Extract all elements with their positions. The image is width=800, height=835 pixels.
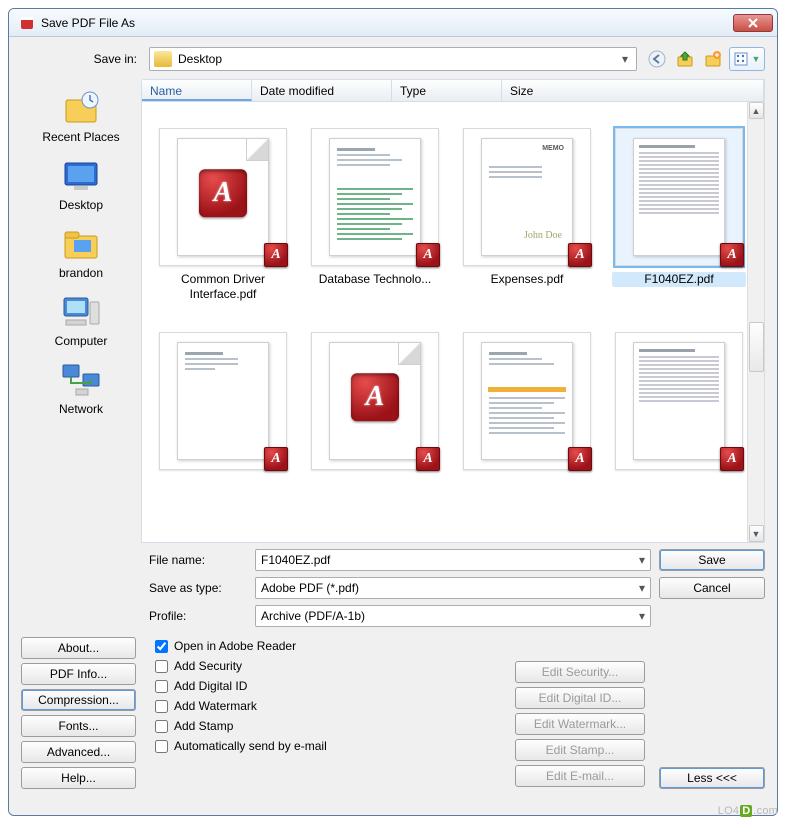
user-folder-icon [60,226,102,262]
edit-digital-id-button[interactable]: Edit Digital ID... [515,687,645,709]
column-date[interactable]: Date modified [252,80,392,101]
fonts-button[interactable]: Fonts... [21,715,136,737]
pdf-badge-icon: A [568,447,592,471]
close-icon [747,18,759,28]
computer-icon [60,294,102,330]
file-name: F1040EZ.pdf [612,272,746,287]
save-in-combo[interactable]: Desktop ▾ [149,47,637,71]
view-menu-button[interactable]: ▼ [729,47,765,71]
title-bar[interactable]: Save PDF File As [9,9,777,37]
up-one-level-button[interactable] [673,47,697,71]
file-name-label: File name: [149,553,249,567]
save-in-value: Desktop [178,52,222,66]
edit-watermark-button[interactable]: Edit Watermark... [515,713,645,735]
scroll-down-icon[interactable]: ▼ [749,525,764,542]
help-button[interactable]: Help... [21,767,136,789]
place-label: Desktop [59,198,103,212]
place-label: brandon [59,266,103,280]
pdf-icon: A [199,169,247,217]
add-watermark-checkbox[interactable]: Add Watermark [155,699,501,713]
place-recent[interactable]: Recent Places [26,87,136,147]
file-item[interactable]: A [156,332,290,476]
place-label: Recent Places [42,130,119,144]
window-title: Save PDF File As [41,16,733,30]
file-item[interactable]: A A Common Driver Interface.pdf [156,128,290,302]
file-item[interactable]: A Database Technolo... [308,128,442,302]
back-button[interactable] [645,47,669,71]
back-icon [648,50,666,68]
pdf-icon: A [351,373,399,421]
auto-email-checkbox[interactable]: Automatically send by e-mail [155,739,501,753]
add-digital-id-checkbox[interactable]: Add Digital ID [155,679,501,693]
column-size[interactable]: Size [502,80,764,101]
chevron-down-icon: ▾ [618,52,632,66]
file-item-selected[interactable]: A F1040EZ.pdf [612,128,746,302]
column-name[interactable]: Name [142,80,252,101]
chevron-down-icon: ▾ [639,581,645,595]
places-bar: Recent Places Desktop brandon Computer N… [21,79,141,543]
chevron-down-icon: ▾ [639,609,645,623]
view-menu-icon [734,52,752,66]
save-button[interactable]: Save [659,549,765,571]
recent-places-icon [60,90,102,126]
profile-label: Profile: [149,609,249,623]
desktop-icon [154,51,172,67]
less-button[interactable]: Less <<< [659,767,765,789]
file-item[interactable]: A [612,332,746,476]
pdf-badge-icon: A [720,243,744,267]
compression-button[interactable]: Compression... [21,689,136,711]
pdf-badge-icon: A [264,447,288,471]
file-item[interactable]: MEMOJohn DoeA Expenses.pdf [460,128,594,302]
file-name: Expenses.pdf [460,272,594,287]
column-headers: Name Date modified Type Size [142,80,764,102]
place-network[interactable]: Network [26,359,136,419]
place-desktop[interactable]: Desktop [26,155,136,215]
pdf-badge-icon: A [568,243,592,267]
place-label: Computer [55,334,108,348]
add-security-checkbox[interactable]: Add Security [155,659,501,673]
save-as-type-combo[interactable]: Adobe PDF (*.pdf)▾ [255,577,651,599]
file-name-input[interactable]: F1040EZ.pdf▾ [255,549,651,571]
open-in-reader-checkbox[interactable]: Open in Adobe Reader [155,639,501,653]
save-as-type-label: Save as type: [149,581,249,595]
pdf-badge-icon: A [416,243,440,267]
new-folder-button[interactable] [701,47,725,71]
place-label: Network [59,402,103,416]
save-in-label: Save in: [21,52,141,66]
scroll-up-icon[interactable]: ▲ [749,102,764,119]
advanced-button[interactable]: Advanced... [21,741,136,763]
about-button[interactable]: About... [21,637,136,659]
close-button[interactable] [733,14,773,32]
pdf-badge-icon: A [264,243,288,267]
scroll-thumb[interactable] [749,322,764,372]
column-type[interactable]: Type [392,80,502,101]
network-icon [60,362,102,398]
chevron-down-icon: ▼ [752,54,761,64]
file-name: Common Driver Interface.pdf [156,272,290,302]
chevron-down-icon: ▾ [639,553,645,567]
edit-stamp-button[interactable]: Edit Stamp... [515,739,645,761]
new-folder-icon [704,50,722,68]
place-computer[interactable]: Computer [26,291,136,351]
file-item[interactable]: A [460,332,594,476]
place-user[interactable]: brandon [26,223,136,283]
file-list[interactable]: Name Date modified Type Size AA Common D… [141,79,765,543]
vertical-scrollbar[interactable]: ▲ ▼ [747,102,764,542]
edit-email-button[interactable]: Edit E-mail... [515,765,645,787]
file-item[interactable]: AA [308,332,442,476]
up-icon [676,50,694,68]
save-dialog: Save PDF File As Save in: Desktop ▾ [8,8,778,816]
source-watermark: LO4D.com [718,805,778,817]
edit-security-button[interactable]: Edit Security... [515,661,645,683]
pdf-badge-icon: A [416,447,440,471]
add-stamp-checkbox[interactable]: Add Stamp [155,719,501,733]
pdf-badge-icon: A [720,447,744,471]
cancel-button[interactable]: Cancel [659,577,765,599]
app-icon [19,15,35,31]
pdf-info-button[interactable]: PDF Info... [21,663,136,685]
file-name: Database Technolo... [308,272,442,287]
desktop-icon [60,158,102,194]
profile-combo[interactable]: Archive (PDF/A-1b)▾ [255,605,651,627]
